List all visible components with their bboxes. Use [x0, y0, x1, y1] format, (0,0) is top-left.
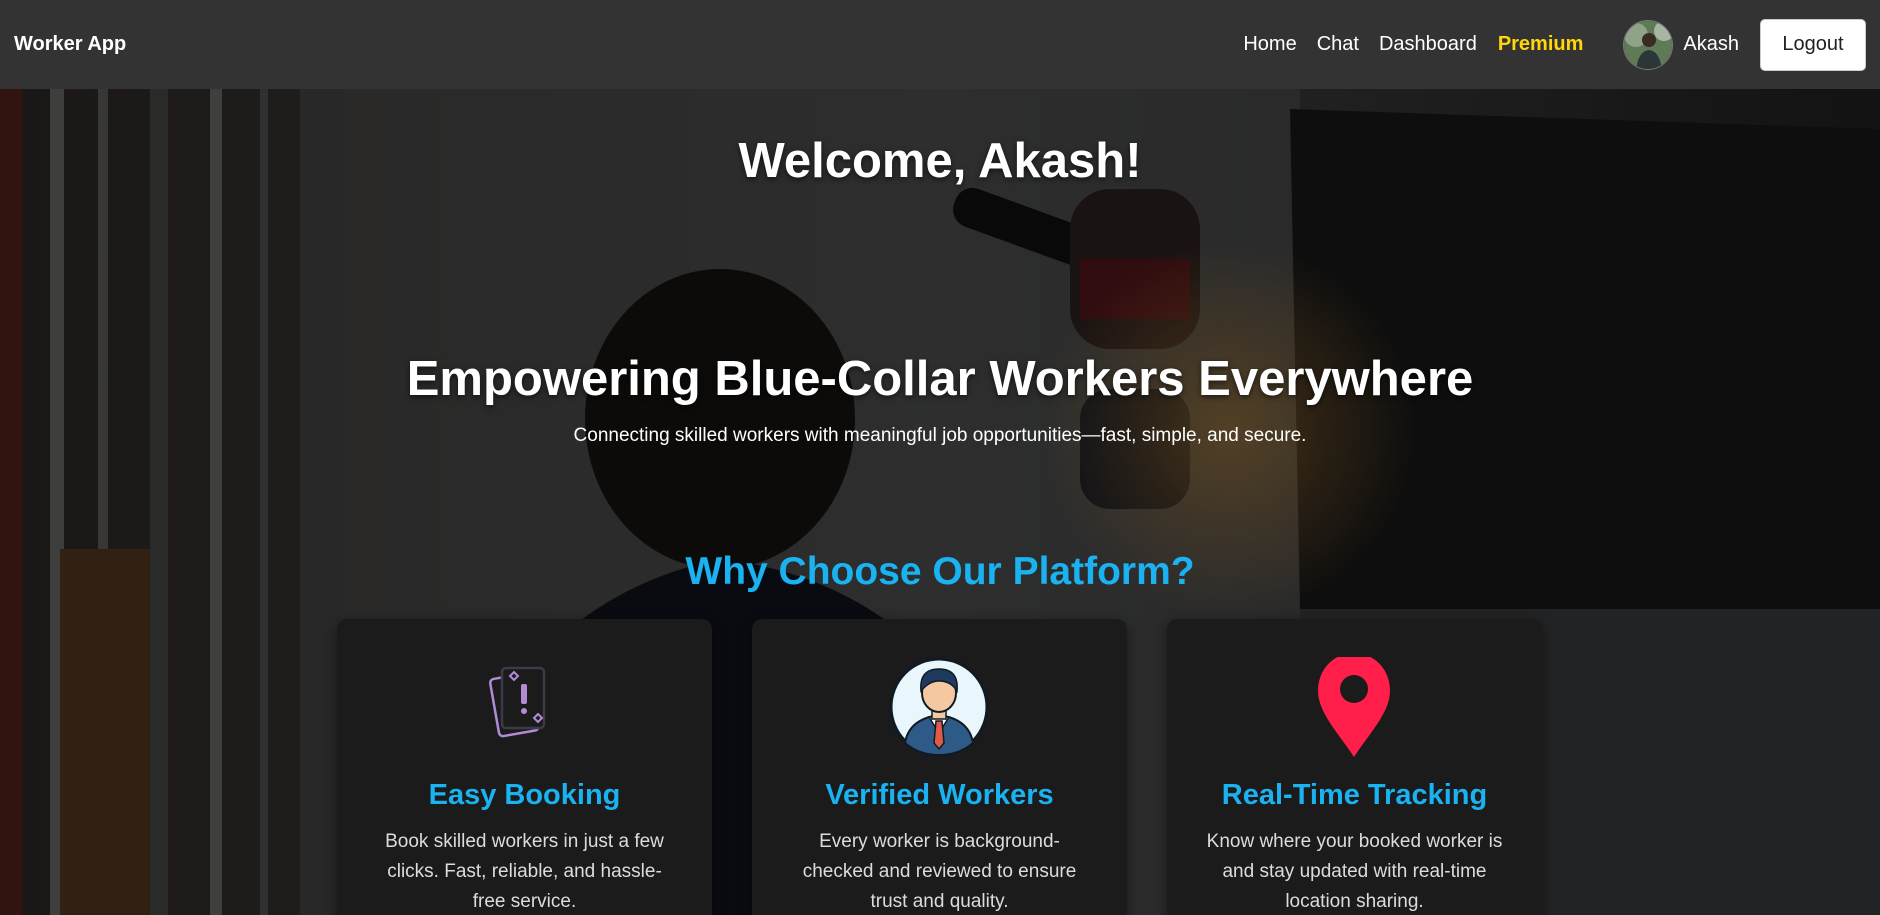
avatar[interactable] [1623, 19, 1674, 70]
hero-section: Welcome, Akash! Empowering Blue-Collar W… [0, 89, 1880, 915]
logout-button[interactable]: Logout [1760, 18, 1866, 71]
user-profile[interactable]: Akash [1623, 19, 1739, 70]
feature-title: Easy Booking [428, 779, 621, 811]
feature-description: Book skilled workers in just a few click… [385, 831, 664, 912]
location-pin-icon [1318, 657, 1390, 757]
welcome-heading: Welcome, Akash! [738, 134, 1142, 188]
hero-headline: Empowering Blue-Collar Workers Everywher… [406, 352, 1474, 406]
nav-link-chat[interactable]: Chat [1317, 33, 1359, 56]
nav-link-premium[interactable]: Premium [1498, 33, 1584, 56]
nav-links: Home Chat Dashboard Premium Akash Logout [1223, 18, 1866, 71]
feature-description: Every worker is background-checked and r… [802, 831, 1077, 912]
user-name: Akash [1683, 33, 1739, 55]
nav-link-home[interactable]: Home [1243, 33, 1296, 56]
feature-card-verified-workers: Verified Workers Every worker is backgro… [752, 619, 1127, 915]
feature-card-easy-booking: Easy Booking Book skilled workers in jus… [337, 619, 712, 915]
nav-link-dashboard[interactable]: Dashboard [1379, 33, 1477, 56]
why-choose-heading: Why Choose Our Platform? [685, 550, 1195, 593]
feature-card-real-time-tracking: Real-Time Tracking Know where your booke… [1167, 619, 1542, 915]
navbar: Worker App Home Chat Dashboard Premium A… [0, 0, 1880, 89]
hero-subline: Connecting skilled workers with meaningf… [573, 425, 1307, 446]
feature-description: Know where your booked worker is and sta… [1206, 831, 1503, 912]
feature-title: Real-Time Tracking [1221, 779, 1488, 811]
cards-icon [488, 666, 546, 738]
businessman-icon [889, 657, 989, 757]
feature-title: Verified Workers [825, 779, 1054, 811]
brand-logo-text[interactable]: Worker App [14, 33, 126, 56]
